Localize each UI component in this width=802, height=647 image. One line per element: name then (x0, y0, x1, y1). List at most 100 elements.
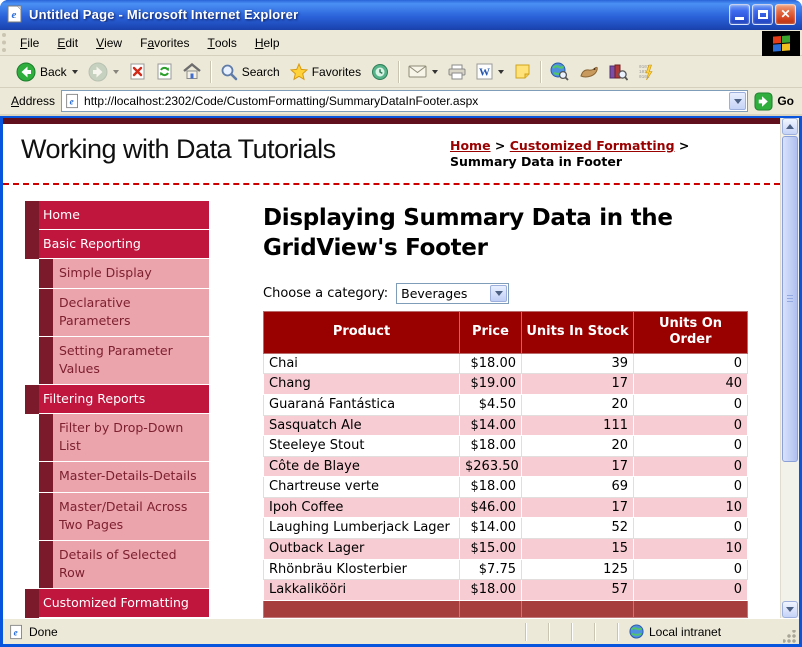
product-cell: Outback Lager (264, 539, 460, 560)
units-in-stock-cell: 20 (522, 436, 634, 457)
scroll-down-button[interactable] (782, 601, 798, 618)
svg-text:e: e (70, 96, 74, 106)
stop-button[interactable] (124, 61, 151, 82)
url-text: http://localhost:2302/Code/CustomFormatt… (84, 94, 729, 108)
sidebar-item-label: Customized Formatting (39, 589, 209, 617)
forward-button[interactable] (83, 60, 124, 84)
menu-item-edit[interactable]: Edit (48, 30, 87, 55)
footer-cell (460, 600, 522, 617)
forward-dropdown-icon[interactable] (113, 70, 119, 74)
column-header: Price (460, 312, 522, 354)
page-title: Displaying Summary Data in the GridView'… (263, 203, 749, 264)
table-row: Côte de Blaye$263.50170 (264, 456, 748, 477)
nav-strip (39, 414, 53, 461)
address-dropdown-icon[interactable] (729, 92, 746, 110)
product-cell: Côte de Blaye (264, 456, 460, 477)
table-row: Guaraná Fantástica$4.50200 (264, 394, 748, 415)
sidebar-item-master-detail-across-two-pages[interactable]: Master/Detail Across Two Pages (25, 493, 209, 540)
sidebar-item-label: Details of Selected Row (53, 541, 209, 588)
product-cell: Steeleye Stout (264, 436, 460, 457)
sidebar-item-filtering-reports[interactable]: Filtering Reports (25, 385, 209, 413)
search-button[interactable]: Search (215, 61, 285, 83)
resize-grip[interactable] (783, 630, 797, 644)
word-icon: W (476, 63, 493, 80)
edit-dropdown-icon[interactable] (498, 70, 504, 74)
category-select[interactable]: Beverages (396, 283, 509, 304)
back-button[interactable]: Back (11, 60, 83, 84)
price-cell: $18.00 (460, 580, 522, 601)
sidebar-item-filter-by-drop-down-list[interactable]: Filter by Drop-Down List (25, 414, 209, 461)
minimize-button[interactable] (729, 4, 750, 25)
breadcrumb-link[interactable]: Customized Formatting (510, 138, 675, 153)
table-footer-row (264, 600, 748, 617)
toolbar-separator (398, 61, 399, 83)
svg-text:W: W (479, 67, 490, 79)
history-button[interactable] (366, 61, 394, 83)
edit-with-word-button[interactable]: W (471, 61, 509, 82)
sidebar-item-details-of-selected-row[interactable]: Details of Selected Row (25, 541, 209, 588)
menu-item-view[interactable]: View (87, 30, 131, 55)
breadcrumb-link[interactable]: Home (450, 138, 491, 153)
products-gridview: ProductPriceUnits In StockUnits On Order… (263, 311, 748, 618)
sidebar-item-label: Basic Reporting (39, 230, 209, 258)
units-on-order-cell: 0 (634, 518, 748, 539)
stop-icon (129, 63, 146, 80)
back-dropdown-icon[interactable] (72, 70, 78, 74)
menu-item-help[interactable]: Help (246, 30, 289, 55)
vertical-scrollbar[interactable] (780, 118, 799, 618)
research-button[interactable] (604, 61, 633, 83)
sidebar-item-master-details-details[interactable]: Master-Details-Details (25, 462, 209, 491)
product-cell: Rhönbräu Klosterbier (264, 559, 460, 580)
table-row: Sasquatch Ale$14.001110 (264, 415, 748, 436)
search-companion-button[interactable] (574, 62, 604, 82)
sidebar-item-customized-formatting[interactable]: Customized Formatting (25, 589, 209, 617)
home-button[interactable] (178, 61, 206, 82)
column-header: Units On Order (634, 312, 748, 354)
menu-item-tools[interactable]: Tools (198, 30, 245, 55)
scrollbar-thumb[interactable] (782, 136, 798, 462)
price-cell: $18.00 (460, 436, 522, 457)
home-icon (183, 63, 201, 80)
units-on-order-cell: 0 (634, 456, 748, 477)
mail-dropdown-icon[interactable] (432, 70, 438, 74)
go-button[interactable]: Go (748, 88, 802, 114)
price-cell: $7.75 (460, 559, 522, 580)
sidebar-item-declarative-parameters[interactable]: Declarative Parameters (25, 289, 209, 336)
scroll-up-button[interactable] (782, 118, 798, 135)
sidebar-item-label: Filtering Reports (39, 385, 209, 413)
discuss-button[interactable] (509, 61, 536, 82)
ie-throbber (762, 31, 800, 56)
print-button[interactable] (443, 62, 471, 82)
window-title: Untitled Page - Microsoft Internet Explo… (29, 7, 729, 22)
sidebar-item-label: Home (39, 201, 209, 229)
sidebar-item-home[interactable]: Home (25, 201, 209, 229)
units-in-stock-cell: 20 (522, 394, 634, 415)
units-on-order-cell: 0 (634, 353, 748, 374)
back-label: Back (40, 65, 67, 79)
units-on-order-cell: 10 (634, 539, 748, 560)
menu-item-file[interactable]: File (11, 30, 48, 55)
units-in-stock-cell: 52 (522, 518, 634, 539)
favorites-button[interactable]: Favorites (285, 61, 366, 83)
menubar-grip[interactable] (2, 33, 9, 52)
close-button[interactable]: ✕ (775, 4, 796, 25)
globe-search-button[interactable] (545, 60, 574, 83)
sidebar-item-setting-parameter-values[interactable]: Setting Parameter Values (25, 337, 209, 384)
refresh-button[interactable] (151, 61, 178, 82)
messenger-button[interactable]: 010110100101 (633, 61, 661, 83)
nav-strip (39, 259, 53, 288)
sidebar-item-basic-reporting[interactable]: Basic Reporting (25, 230, 209, 258)
mail-button[interactable] (403, 62, 443, 81)
units-on-order-cell: 0 (634, 394, 748, 415)
address-input[interactable]: e http://localhost:2302/Code/CustomForma… (61, 90, 748, 112)
sidebar-item-simple-display[interactable]: Simple Display (25, 259, 209, 288)
main-content: Displaying Summary Data in the GridView'… (263, 201, 749, 619)
back-icon (16, 62, 36, 82)
menu-item-favorites[interactable]: Favorites (131, 30, 198, 55)
favorites-label: Favorites (312, 65, 361, 79)
units-in-stock-cell: 111 (522, 415, 634, 436)
maximize-button[interactable] (752, 4, 773, 25)
mail-icon (408, 64, 427, 79)
price-cell: $18.00 (460, 477, 522, 498)
price-cell: $4.50 (460, 394, 522, 415)
